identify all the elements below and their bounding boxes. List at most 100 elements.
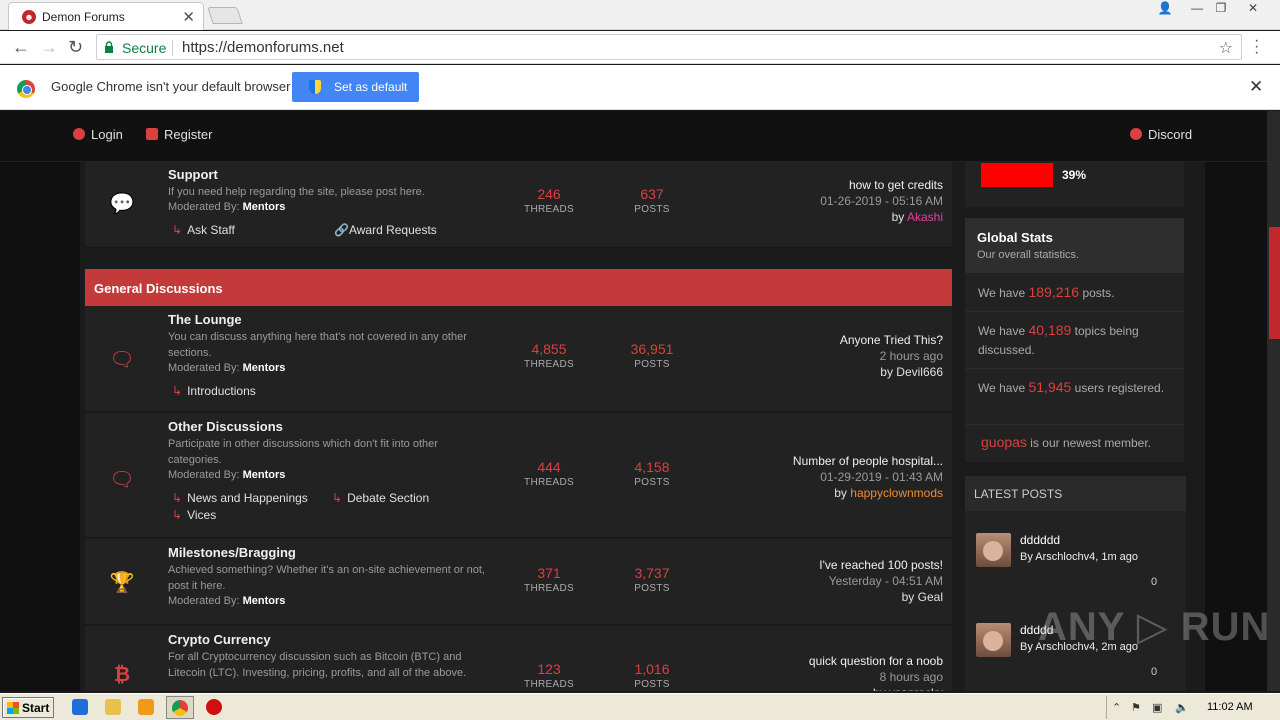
last-post-author: by Akashi <box>891 210 943 224</box>
bookmark-star-icon[interactable]: ☆ <box>1219 38 1233 58</box>
last-post-title[interactable]: quick question for a noob <box>743 653 943 669</box>
last-post-title[interactable]: how to get credits <box>743 177 943 193</box>
thread-count: 123 THREADS <box>524 661 574 690</box>
system-tray: ⌃ ⚑ ▣ 🔈 11:02 AM <box>1106 696 1280 719</box>
subforum-award-requests[interactable]: 🔗Award Requests <box>334 223 437 237</box>
subforum-arrow-icon: ↳ <box>172 223 183 237</box>
forum-description: For all Cryptocurrency discussion such a… <box>168 651 467 679</box>
author-link[interactable]: Geal <box>918 590 943 604</box>
trophy-icon: 🏆 <box>109 572 135 594</box>
forum-title[interactable]: Other Discussions <box>168 419 283 434</box>
category-general-discussions[interactable]: General Discussions <box>85 269 952 306</box>
ie-icon[interactable] <box>72 699 88 715</box>
author-link[interactable]: vsanrocky <box>889 686 943 691</box>
last-post-time: 01-29-2019 - 01:43 AM <box>820 470 943 484</box>
latest-posts-title: LATEST POSTS <box>965 476 1186 511</box>
stop-sign-icon[interactable] <box>206 699 222 715</box>
browser-titlebar: ☻ Demon Forums ✕ 👤 — ❐ ✕ <box>0 0 1280 30</box>
browser-toolbar: ← → ↻ Secure https://demonforums.net ☆ ·… <box>0 31 1280 64</box>
forum-description: If you need help regarding the site, ple… <box>168 186 425 198</box>
forum-row-support: 💬 Support If you need help regarding the… <box>85 162 952 248</box>
avatar <box>976 533 1011 567</box>
discord-link[interactable]: Discord <box>1130 127 1192 142</box>
minimize-icon[interactable]: — <box>1184 0 1210 18</box>
latest-posts-panel: LATEST POSTS dddddd By Arschlochv4, 1m a… <box>965 476 1186 691</box>
latest-post-title[interactable]: dddddd <box>1020 533 1060 547</box>
moderator-link[interactable]: Mentors <box>243 362 286 374</box>
set-as-default-label: Set as default <box>334 80 408 94</box>
forum-title[interactable]: Support <box>168 167 218 182</box>
forum-title[interactable]: Milestones/Bragging <box>168 545 296 560</box>
subforum-vices[interactable]: ↳ Vices <box>172 508 216 522</box>
default-browser-infobar: Google Chrome isn't your default browser… <box>0 65 1280 110</box>
post-count: 36,951 POSTS <box>630 341 674 370</box>
scrollbar-thumb[interactable] <box>1269 227 1280 339</box>
new-tab-button[interactable] <box>207 7 243 24</box>
volume-icon[interactable]: 🔈 <box>1175 701 1189 714</box>
set-as-default-button[interactable]: Set as default <box>292 72 419 102</box>
author-link[interactable]: Devil666 <box>896 365 943 379</box>
media-player-icon[interactable] <box>138 699 154 715</box>
moderator-link[interactable]: Mentors <box>243 201 286 213</box>
infobar-close-icon[interactable]: ✕ <box>1249 77 1263 97</box>
demon-favicon-icon: ☻ <box>22 10 36 24</box>
forum-description: Participate in other discussions which d… <box>168 438 438 466</box>
chat-bubble-icon: 💬 <box>109 193 135 215</box>
author-link[interactable]: happyclownmods <box>850 486 943 500</box>
forum-row-lounge: 🗨 The Lounge You can discuss anything he… <box>85 306 952 412</box>
subforum-arrow-icon: ↳ <box>332 491 343 505</box>
tray-expand-icon[interactable]: ⌃ <box>1112 701 1126 714</box>
plus-square-icon <box>146 128 158 140</box>
subforum-debate[interactable]: ↳ Debate Section <box>332 491 429 505</box>
moderator-link[interactable]: Mentors <box>243 595 286 607</box>
profile-icon[interactable]: 👤 <box>1152 0 1178 18</box>
start-button[interactable]: Start <box>2 697 54 718</box>
subforum-ask-staff[interactable]: ↳ Ask Staff <box>172 223 235 237</box>
flag-icon[interactable]: ⚑ <box>1131 701 1145 714</box>
global-stats-header: Global Stats Our overall statistics. <box>965 218 1184 273</box>
forum-title[interactable]: The Lounge <box>168 312 242 327</box>
avatar <box>976 623 1011 657</box>
post-count: 4,158 POSTS <box>634 459 670 488</box>
last-post-author: by happyclownmods <box>834 486 943 500</box>
last-post-title[interactable]: Number of people hospital... <box>743 453 943 469</box>
tab-title: Demon Forums <box>42 10 125 24</box>
chrome-taskbar-button[interactable] <box>166 696 194 719</box>
last-post: quick question for a noob 8 hours ago by… <box>743 653 943 691</box>
uac-shield-icon <box>309 80 321 94</box>
site-header: Login Register Discord <box>0 111 1267 162</box>
url-text[interactable]: https://demonforums.net <box>182 39 344 56</box>
network-icon[interactable]: ▣ <box>1152 701 1166 714</box>
chrome-icon <box>172 700 188 716</box>
subforum-news[interactable]: ↳ News and Happenings <box>172 491 308 505</box>
reply-count: 0 <box>1151 666 1158 678</box>
forward-arrow-icon[interactable]: → <box>40 37 58 57</box>
subforum-introductions[interactable]: ↳ Introductions <box>172 384 256 398</box>
newest-member-link[interactable]: guopas <box>981 434 1027 450</box>
login-link[interactable]: Login <box>73 127 123 142</box>
author-link[interactable]: Akashi <box>907 210 943 224</box>
register-link[interactable]: Register <box>146 127 212 142</box>
explorer-folder-icon[interactable] <box>105 699 121 715</box>
chrome-menu-icon[interactable]: · · · <box>1254 33 1259 61</box>
thread-count: 246 THREADS <box>524 186 574 215</box>
last-post-title[interactable]: Anyone Tried This? <box>743 332 943 348</box>
chat-bubbles-icon: 🗨 <box>109 469 135 491</box>
forum-title[interactable]: Crypto Currency <box>168 632 271 647</box>
back-arrow-icon[interactable]: ← <box>12 37 30 57</box>
chat-bubbles-icon: 🗨 <box>109 349 135 371</box>
lock-icon <box>105 41 113 53</box>
windows-taskbar: Start ⌃ ⚑ ▣ 🔈 11:02 AM <box>0 693 1280 720</box>
browser-tab-demon-forums[interactable]: ☻ Demon Forums ✕ <box>8 2 204 30</box>
clock[interactable]: 11:02 AM <box>1207 701 1253 713</box>
reload-icon[interactable]: ↻ <box>68 37 83 57</box>
window-close-icon[interactable]: ✕ <box>1240 0 1266 18</box>
last-post-author: by vsanrocky <box>743 685 943 691</box>
last-post-title[interactable]: I've reached 100 posts! <box>743 557 943 573</box>
post-count: 637 POSTS <box>634 186 670 215</box>
moderator-link[interactable]: Mentors <box>243 469 286 481</box>
tab-close-icon[interactable]: ✕ <box>182 8 195 26</box>
anyrun-watermark: ANY ▷ RUN <box>1038 605 1271 649</box>
address-bar[interactable]: Secure https://demonforums.net ☆ <box>96 34 1242 60</box>
restore-icon[interactable]: ❐ <box>1208 0 1234 18</box>
